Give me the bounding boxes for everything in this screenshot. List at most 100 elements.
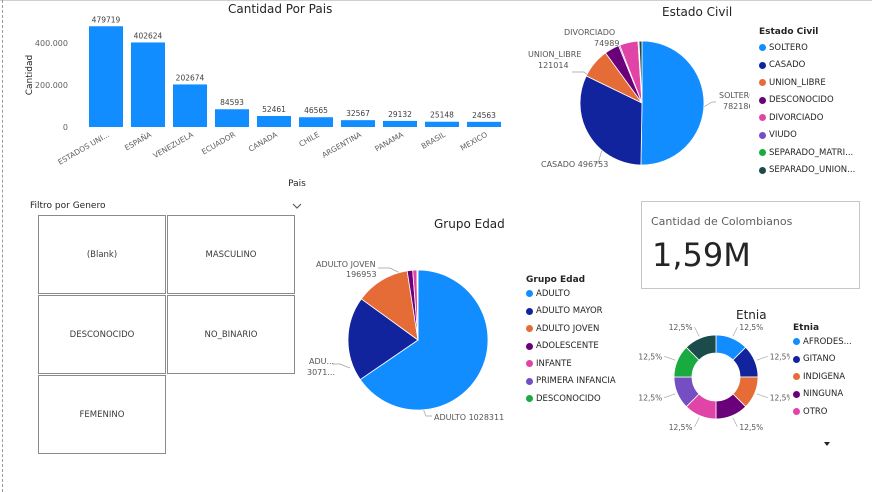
ge-legend-item[interactable]: PRIMERA INFANCIA: [526, 373, 616, 391]
ec-slice[interactable]: [640, 40, 705, 166]
et-legend-item[interactable]: NINGUNA: [793, 386, 852, 404]
ec-legend-item[interactable]: DESCONOCIDO: [759, 92, 855, 110]
genero-tile-no-binario[interactable]: NO_BINARIO: [167, 295, 295, 374]
bar[interactable]: [467, 121, 501, 127]
caret-down-icon[interactable]: [822, 434, 832, 446]
et-leader-line: [732, 417, 738, 428]
estado-civil-pie: DIVORCIADO 74989 UNION_LIBRE 121014 SOLT…: [528, 28, 750, 169]
ec-legend-item[interactable]: UNION_LIBRE: [759, 74, 855, 92]
ge-label-mayor-value: 3071...: [307, 368, 335, 377]
et-slice-label: 12,5%: [669, 323, 693, 332]
bar[interactable]: [425, 121, 459, 127]
ge-legend-item[interactable]: ADULTO JOVEN: [526, 320, 616, 338]
ge-legend-item[interactable]: DESCONOCIDO: [526, 390, 616, 408]
bar-category-label: CANADA: [247, 130, 280, 154]
bar-category-label: ESTADOS UNI...: [56, 130, 111, 167]
ec-legend-label: DIVORCIADO: [769, 112, 824, 123]
bar-data-label: 46565: [304, 106, 328, 115]
et-legend-label: INDIGENA: [803, 371, 846, 382]
bar-data-label: 29132: [388, 110, 412, 119]
etnia-legend: Etnia AFRODES... GITANO INDIGENA NINGUNA OTR…: [793, 323, 852, 421]
ec-legend-item[interactable]: VIUDO: [759, 127, 855, 145]
legend-dot-icon: [759, 131, 766, 139]
ge-label-mayor: ADU...: [309, 357, 334, 366]
genero-tile-masculino[interactable]: MASCULINO: [167, 215, 295, 294]
ec-legend-item[interactable]: SEPARADO_UNION...: [759, 162, 855, 180]
legend-dot-icon: [526, 395, 533, 403]
bar-category-label: ARGENTINA: [320, 130, 363, 160]
legend-dot-icon: [526, 360, 533, 368]
bar[interactable]: [131, 42, 165, 127]
legend-dot-icon: [759, 114, 766, 122]
bar-category-label: CHILE: [297, 130, 321, 149]
etnia-title: Etnia: [736, 308, 767, 322]
et-slice-label: 12,5%: [770, 352, 790, 361]
et-leader-line: [732, 326, 738, 337]
ec-legend-label: SEPARADO_MATRI...: [769, 147, 854, 158]
bar-data-label: 52461: [262, 105, 286, 114]
et-legend-item[interactable]: GITANO: [793, 351, 852, 369]
ge-legend-item[interactable]: INFANTE: [526, 355, 616, 373]
ec-label-union-libre-value: 121014: [538, 61, 569, 70]
et-legend-item[interactable]: INDIGENA: [793, 368, 852, 386]
et-legend-item[interactable]: OTRO: [793, 403, 852, 421]
legend-dot-icon: [793, 373, 800, 381]
bar-data-label: 25148: [430, 111, 454, 120]
et-slice-label: 12,5%: [739, 323, 763, 332]
grupo-edad-pie: ADULTO JOVEN 196953 ADU... 3071... ADULT…: [307, 260, 504, 422]
grupo-edad-title: Grupo Edad: [434, 217, 505, 231]
bar[interactable]: [299, 117, 333, 127]
ec-legend-item[interactable]: CASADO: [759, 57, 855, 75]
ec-legend-item[interactable]: SEPARADO_MATRI...: [759, 144, 855, 162]
estado-civil-legend: Estado Civil SOLTERO CASADO UNION_LIBRE DES…: [759, 27, 855, 179]
et-legend-item[interactable]: AFRODES...: [793, 333, 852, 351]
legend-dot-icon: [759, 96, 766, 104]
genero-tile-blank[interactable]: (Blank): [38, 215, 166, 294]
ec-label-soltero: SOLTERO: [719, 91, 750, 100]
ge-legend-label: ADULTO: [536, 288, 571, 299]
ec-legend-item[interactable]: DIVORCIADO: [759, 109, 855, 127]
legend-dot-icon: [759, 44, 766, 52]
bar-data-label: 202674: [176, 73, 205, 82]
genero-tile-femenino[interactable]: FEMENINO: [38, 375, 166, 454]
bar[interactable]: [173, 84, 207, 127]
ec-label-soltero-value: 782186: [723, 102, 750, 111]
ge-legend-title: Grupo Edad: [526, 275, 586, 285]
et-leader-line: [664, 356, 676, 361]
ge-legend-item[interactable]: ADULTO MAYOR: [526, 303, 616, 321]
ec-legend-label: UNION_LIBRE: [769, 77, 826, 88]
bar-xlabel: Pais: [288, 179, 306, 189]
bar-category-label: ECUADOR: [200, 130, 237, 157]
et-legend-label: NINGUNA: [803, 389, 844, 400]
bar-category-label: ESPAÑA: [123, 130, 154, 153]
ec-legend-label: VIUDO: [769, 130, 797, 141]
et-slice-label: 12,5%: [739, 423, 763, 432]
legend-dot-icon: [793, 390, 800, 398]
legend-dot-icon: [793, 355, 800, 363]
ge-legend-label: ADULTO MAYOR: [536, 306, 603, 317]
ge-label-adulto: ADULTO 1028311: [434, 413, 504, 422]
ec-legend-item[interactable]: SOLTERO: [759, 39, 855, 57]
ge-legend-item[interactable]: ADOLESCENTE: [526, 338, 616, 356]
grupo-edad-legend: Grupo Edad ADULTO ADULTO MAYOR ADULTO JOVE…: [526, 275, 616, 408]
bar[interactable]: [215, 109, 249, 127]
bar[interactable]: [89, 26, 123, 127]
et-legend-label: GITANO: [803, 354, 836, 365]
bar[interactable]: [257, 115, 291, 127]
legend-dot-icon: [526, 325, 533, 333]
genero-tile-desconocido[interactable]: DESCONOCIDO: [38, 295, 166, 374]
chevron-down-icon[interactable]: [291, 197, 303, 209]
et-leader-line: [756, 356, 768, 361]
ge-label-joven-value: 196953: [346, 270, 377, 279]
bar[interactable]: [383, 120, 417, 127]
et-slice-label: 12,5%: [638, 394, 662, 403]
legend-dot-icon: [526, 342, 533, 350]
bar[interactable]: [341, 120, 375, 127]
et-slice-label: 12,5%: [638, 352, 662, 361]
ec-label-union-libre: UNION_LIBRE: [528, 50, 581, 59]
bar-ytick-label: 400.000: [35, 39, 68, 48]
legend-dot-icon: [759, 61, 766, 69]
bar-category-label: BRASIL: [420, 130, 448, 151]
bar-data-label: 402624: [134, 31, 163, 40]
ge-legend-item[interactable]: ADULTO: [526, 285, 616, 303]
